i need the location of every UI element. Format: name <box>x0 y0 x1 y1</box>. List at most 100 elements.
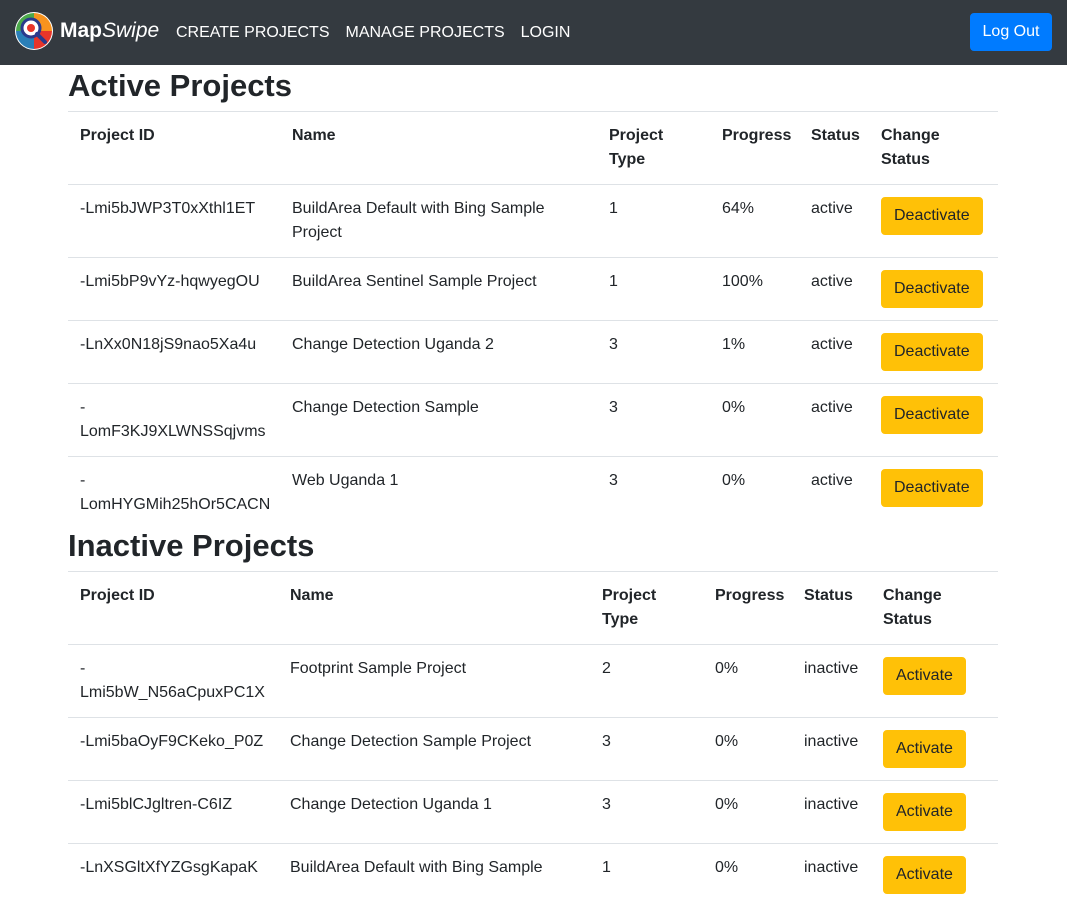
project-type-cell: 3 <box>597 384 710 457</box>
status-cell: active <box>799 258 869 321</box>
change-status-cell: Activate <box>871 781 998 844</box>
header-change-status: Change Status <box>869 112 998 185</box>
project-type-cell: 1 <box>590 844 703 906</box>
table-row: -Lmi5blCJgltren-C6IZ Change Detection Ug… <box>68 781 998 844</box>
brand-name: MapSwipe <box>60 11 159 51</box>
progress-cell: 0% <box>703 718 792 781</box>
header-status: Status <box>799 112 869 185</box>
logout-button[interactable]: Log Out <box>970 13 1052 51</box>
project-name-cell: Footprint Sample Project <box>278 645 590 718</box>
table-row: -LnXx0N18jS9nao5Xa4u Change Detection Ug… <box>68 321 998 384</box>
deactivate-button[interactable]: Deactivate <box>881 333 983 371</box>
progress-cell: 0% <box>710 457 799 530</box>
activate-button[interactable]: Activate <box>883 793 966 831</box>
project-name-cell: Web Uganda 1 <box>280 457 597 530</box>
activate-button[interactable]: Activate <box>883 657 966 695</box>
status-cell: inactive <box>792 844 871 906</box>
project-name-cell: BuildArea Default with Bing Sample <box>278 844 590 906</box>
deactivate-button[interactable]: Deactivate <box>881 270 983 308</box>
progress-cell: 100% <box>710 258 799 321</box>
header-name: Name <box>280 112 597 185</box>
change-status-cell: Activate <box>871 645 998 718</box>
table-header-row: Project ID Name Project Type Progress St… <box>68 572 998 645</box>
progress-cell: 0% <box>703 844 792 906</box>
project-id-cell: -Lmi5blCJgltren-C6IZ <box>68 781 278 844</box>
project-name-cell: BuildArea Default with Bing Sample Proje… <box>280 185 597 258</box>
status-cell: inactive <box>792 718 871 781</box>
project-type-cell: 2 <box>590 645 703 718</box>
activate-button[interactable]: Activate <box>883 856 966 894</box>
header-progress: Progress <box>710 112 799 185</box>
nav-links: CREATE PROJECTS MANAGE PROJECTS LOGIN <box>176 0 586 65</box>
project-id-cell: -LomHYGMih25hOr5CACN <box>68 457 280 530</box>
table-row: -LomF3KJ9XLWNSSqjvms Change Detection Sa… <box>68 384 998 457</box>
status-cell: inactive <box>792 781 871 844</box>
progress-cell: 64% <box>710 185 799 258</box>
table-header-row: Project ID Name Project Type Progress St… <box>68 112 998 185</box>
change-status-cell: Deactivate <box>869 258 998 321</box>
table-row: -Lmi5bJWP3T0xXthl1ET BuildArea Default w… <box>68 185 998 258</box>
header-project-id: Project ID <box>68 112 280 185</box>
change-status-cell: Activate <box>871 718 998 781</box>
project-name-cell: Change Detection Sample <box>280 384 597 457</box>
project-type-cell: 3 <box>590 781 703 844</box>
deactivate-button[interactable]: Deactivate <box>881 396 983 434</box>
progress-cell: 0% <box>703 781 792 844</box>
project-type-cell: 3 <box>597 457 710 530</box>
active-projects-table: Project ID Name Project Type Progress St… <box>68 111 998 529</box>
deactivate-button[interactable]: Deactivate <box>881 197 983 235</box>
change-status-cell: Deactivate <box>869 185 998 258</box>
header-project-type: Project Type <box>590 572 703 645</box>
project-id-cell: -LnXSGltXfYZGsgKapaK <box>68 844 278 906</box>
header-project-type: Project Type <box>597 112 710 185</box>
change-status-cell: Deactivate <box>869 457 998 530</box>
project-type-cell: 3 <box>597 321 710 384</box>
project-id-cell: -LnXx0N18jS9nao5Xa4u <box>68 321 280 384</box>
project-type-cell: 1 <box>597 185 710 258</box>
project-name-cell: Change Detection Uganda 1 <box>278 781 590 844</box>
project-id-cell: -Lmi5bW_N56aCpuxPC1X <box>68 645 278 718</box>
activate-button[interactable]: Activate <box>883 730 966 768</box>
brand-name-part2: Swipe <box>102 19 159 42</box>
project-name-cell: Change Detection Uganda 2 <box>280 321 597 384</box>
mapswipe-logo-icon <box>14 11 54 51</box>
inactive-projects-section: Inactive Projects Project ID Name Projec… <box>68 525 998 906</box>
inactive-projects-table: Project ID Name Project Type Progress St… <box>68 571 998 906</box>
top-navbar: MapSwipe CREATE PROJECTS MANAGE PROJECTS… <box>0 0 1067 65</box>
active-projects-section: Active Projects Project ID Name Project … <box>68 65 998 529</box>
project-id-cell: -Lmi5baOyF9CKeko_P0Z <box>68 718 278 781</box>
header-name: Name <box>278 572 590 645</box>
header-progress: Progress <box>703 572 792 645</box>
project-type-cell: 1 <box>597 258 710 321</box>
project-name-cell: Change Detection Sample Project <box>278 718 590 781</box>
project-name-cell: BuildArea Sentinel Sample Project <box>280 258 597 321</box>
nav-login[interactable]: LOGIN <box>521 24 571 42</box>
header-change-status: Change Status <box>871 572 998 645</box>
table-row: -Lmi5bP9vYz-hqwyegOU BuildArea Sentinel … <box>68 258 998 321</box>
header-status: Status <box>792 572 871 645</box>
brand-link[interactable]: MapSwipe <box>14 11 159 51</box>
status-cell: active <box>799 185 869 258</box>
change-status-cell: Deactivate <box>869 321 998 384</box>
table-row: -Lmi5baOyF9CKeko_P0Z Change Detection Sa… <box>68 718 998 781</box>
project-id-cell: -LomF3KJ9XLWNSSqjvms <box>68 384 280 457</box>
status-cell: active <box>799 457 869 530</box>
table-row: -Lmi5bW_N56aCpuxPC1X Footprint Sample Pr… <box>68 645 998 718</box>
deactivate-button[interactable]: Deactivate <box>881 469 983 507</box>
status-cell: active <box>799 321 869 384</box>
nav-create-projects[interactable]: CREATE PROJECTS <box>176 24 330 42</box>
header-project-id: Project ID <box>68 572 278 645</box>
progress-cell: 0% <box>710 384 799 457</box>
progress-cell: 1% <box>710 321 799 384</box>
brand-name-part1: Map <box>60 19 102 42</box>
project-id-cell: -Lmi5bJWP3T0xXthl1ET <box>68 185 280 258</box>
table-row: -LnXSGltXfYZGsgKapaK BuildArea Default w… <box>68 844 998 906</box>
project-id-cell: -Lmi5bP9vYz-hqwyegOU <box>68 258 280 321</box>
status-cell: active <box>799 384 869 457</box>
inactive-projects-title: Inactive Projects <box>68 525 998 571</box>
status-cell: inactive <box>792 645 871 718</box>
table-row: -LomHYGMih25hOr5CACN Web Uganda 1 3 0% a… <box>68 457 998 530</box>
project-type-cell: 3 <box>590 718 703 781</box>
change-status-cell: Deactivate <box>869 384 998 457</box>
nav-manage-projects[interactable]: MANAGE PROJECTS <box>346 24 505 42</box>
